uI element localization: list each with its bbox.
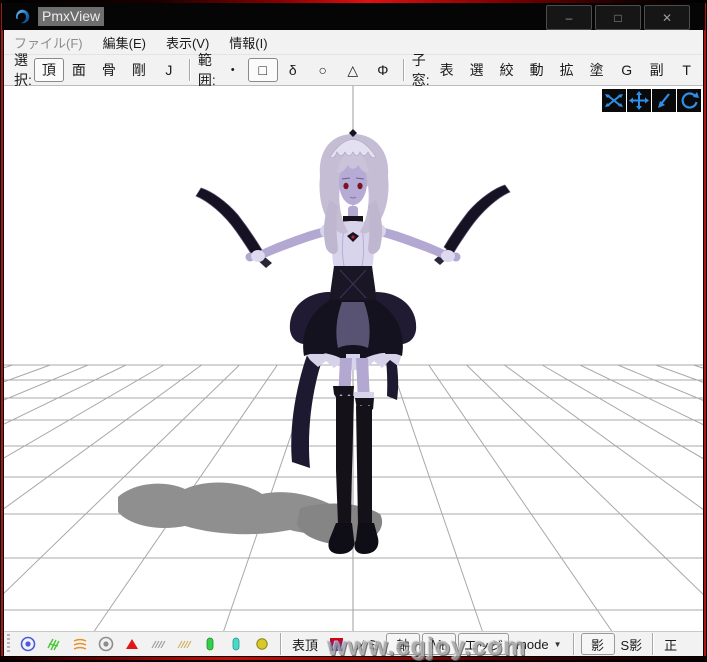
model-render: [118, 129, 511, 554]
select-rigid-button[interactable]: 剛: [124, 58, 154, 82]
range-point-button[interactable]: ・: [218, 58, 248, 82]
menu-edit[interactable]: 編集(E): [93, 33, 156, 52]
window-border-bottom: [0, 656, 707, 662]
menu-file[interactable]: ファイル(F): [4, 33, 93, 52]
menu-view[interactable]: 表示(V): [156, 33, 219, 52]
khaki-hatch-icon[interactable]: [174, 634, 194, 654]
subwin-t-button[interactable]: T: [672, 58, 702, 82]
subwin-fuku-button[interactable]: 副: [642, 58, 672, 82]
axis-button[interactable]: 軸: [386, 633, 421, 655]
subwin-nuri-button[interactable]: 塗: [582, 58, 612, 82]
separator: [188, 59, 191, 81]
show-front-vertex-toggle[interactable]: 表頂: [287, 635, 323, 654]
select-face-button[interactable]: 面: [64, 58, 94, 82]
mode-dropdown[interactable]: mode ▼: [510, 637, 567, 652]
select-label: 選択:: [14, 52, 32, 88]
menu-bar: ファイル(F) 編集(E) 表示(V) 情報(I): [4, 30, 703, 55]
range-phi-button[interactable]: Φ: [368, 58, 398, 82]
mode-label: mode: [516, 636, 549, 652]
window-title: PmxView: [38, 7, 105, 26]
bottom-toolbar: 表頂 ノミ 軸 Mb エッジ mode ▼ 影 S影 正: [4, 631, 703, 656]
separator: [280, 633, 282, 655]
nomi-toggle[interactable]: ノミ: [349, 635, 385, 654]
green-capsule-icon[interactable]: [200, 634, 220, 654]
orbit-axis-icon[interactable]: [602, 89, 626, 112]
red-triangle-icon[interactable]: [122, 634, 142, 654]
green-scribble-icon[interactable]: [44, 634, 64, 654]
subwindow-label: 子窓:: [411, 52, 430, 88]
range-triangle-button[interactable]: △: [338, 58, 368, 82]
subwin-sen-button[interactable]: 選: [462, 58, 492, 82]
range-delta-button[interactable]: δ: [278, 58, 308, 82]
dolly-arrow-icon[interactable]: [652, 89, 676, 112]
mb-button[interactable]: Mb: [422, 633, 457, 655]
range-circle-button[interactable]: ○: [308, 58, 338, 82]
close-button[interactable]: ✕: [644, 5, 690, 30]
mb-sub-label: b: [441, 641, 448, 653]
menu-info[interactable]: 情報(I): [219, 33, 277, 52]
separator: [572, 633, 575, 655]
material-gradient-icon[interactable]: [326, 634, 346, 654]
select-bone-button[interactable]: 骨: [94, 58, 124, 82]
select-joint-button[interactable]: J: [154, 58, 184, 82]
minimize-button[interactable]: –: [546, 5, 592, 30]
edge-button[interactable]: エッジ: [458, 633, 510, 655]
pan-icon[interactable]: [627, 89, 651, 112]
self-shadow-toggle[interactable]: S影: [616, 635, 648, 654]
main-toolbar: 選択: 頂 面 骨 剛 J 範囲: ・ □ δ ○ △ Φ 子窓: 表 選 絞 …: [4, 52, 707, 88]
cyan-capsule-icon[interactable]: [226, 634, 246, 654]
subwin-hyou-button[interactable]: 表: [432, 58, 462, 82]
viewport-nav-buttons: [602, 89, 701, 112]
range-label: 範囲:: [197, 52, 216, 88]
rotate-view-icon[interactable]: [677, 89, 701, 112]
separator: [652, 633, 655, 655]
window-border-right: [703, 3, 707, 656]
front-view-toggle[interactable]: 正: [659, 635, 682, 654]
title-bar: PmxView – □ ✕: [2, 3, 705, 30]
subwin-dou-button[interactable]: 動: [522, 58, 552, 82]
subwin-kaku-button[interactable]: 拡: [552, 58, 582, 82]
gray-hatch-icon[interactable]: [148, 634, 168, 654]
select-vertex-button[interactable]: 頂: [33, 58, 64, 82]
viewport-canvas: [4, 86, 703, 631]
mb-label: M: [430, 636, 442, 652]
blue-ring-icon[interactable]: [18, 634, 38, 654]
app-icon: [16, 9, 30, 24]
separator: [402, 59, 405, 81]
gray-ring-icon[interactable]: [96, 634, 116, 654]
chevron-down-icon: ▼: [553, 639, 562, 649]
orange-scribble-icon[interactable]: [70, 634, 90, 654]
subwin-shibori-button[interactable]: 絞: [492, 58, 522, 82]
subwin-g-button[interactable]: G: [612, 58, 642, 82]
viewport-3d[interactable]: [4, 86, 703, 631]
yellow-sphere-icon[interactable]: [252, 634, 272, 654]
shadow-button[interactable]: 影: [580, 633, 615, 655]
maximize-button[interactable]: □: [595, 5, 641, 30]
bottom-toolbar-grip[interactable]: [7, 634, 10, 654]
range-box-button[interactable]: □: [247, 58, 278, 82]
